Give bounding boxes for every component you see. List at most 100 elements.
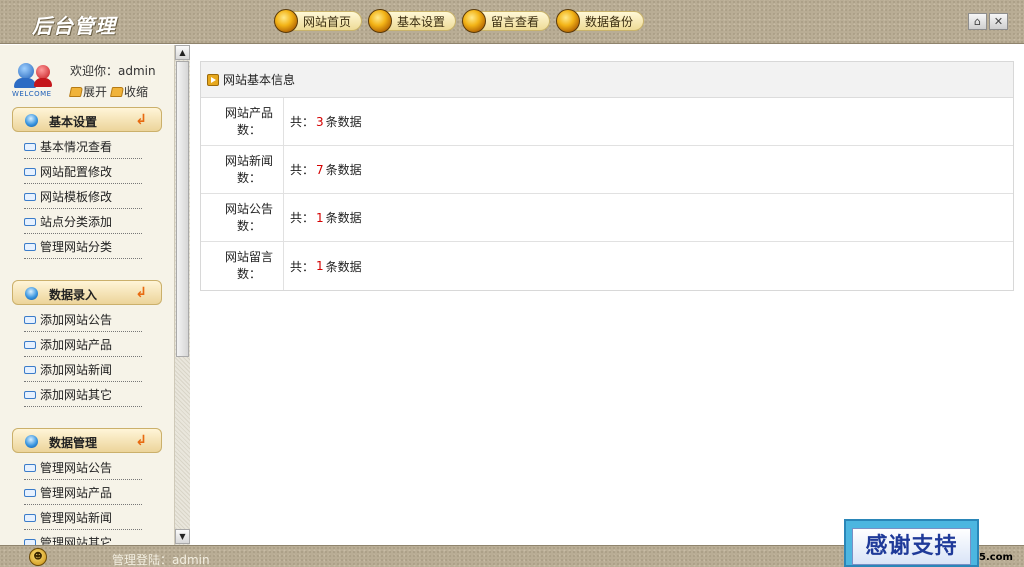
menu-item-label: 基本情况查看 — [40, 139, 113, 154]
menu-item-label: 管理网站产品 — [40, 485, 113, 500]
row-label: 网站产品数： — [224, 105, 273, 137]
scroll-down-icon[interactable]: ▼ — [175, 529, 190, 544]
user-icon: ☻ — [29, 548, 47, 566]
row-suffix: 条数据 — [325, 259, 362, 274]
menu-item-label: 添加网站其它 — [40, 387, 113, 402]
link-icon — [24, 316, 36, 324]
row-prefix: 共： — [290, 115, 315, 129]
link-icon — [24, 391, 36, 399]
menu-item[interactable]: 网站配置修改 — [24, 159, 142, 184]
footer-tag: 5.com — [979, 552, 1013, 563]
row-suffix: 条数据 — [325, 163, 362, 177]
menu-basic: 基本情况查看 网站配置修改 网站模板修改 站点分类添加 管理网站分类 — [24, 134, 142, 259]
section-header-data-management[interactable]: 数据管理 ↲ — [12, 428, 162, 453]
thanks-badge[interactable]: 感谢支持 — [844, 519, 979, 567]
link-icon — [24, 514, 36, 522]
collapse-label: 收缩 — [124, 85, 149, 99]
section-header-basic[interactable]: 基本设置 ↲ — [12, 107, 162, 132]
panel-header: 网站基本信息 — [201, 62, 1013, 98]
menu-item[interactable]: 添加网站其它 — [24, 382, 142, 407]
row-count: 1 — [316, 210, 324, 225]
section-title: 数据管理 — [49, 436, 98, 450]
link-icon — [24, 218, 36, 226]
menu-item[interactable]: 管理网站产品 — [24, 480, 142, 505]
bullet-icon — [25, 114, 38, 127]
menu-item[interactable]: 管理网站公告 — [24, 455, 142, 480]
link-icon — [24, 366, 36, 374]
scroll-thumb[interactable] — [176, 61, 189, 357]
menu-item[interactable]: 基本情况查看 — [24, 134, 142, 159]
link-icon — [24, 168, 36, 176]
menu-item[interactable]: 添加网站新闻 — [24, 357, 142, 382]
play-icon — [207, 73, 219, 86]
menu-item[interactable]: 站点分类添加 — [24, 209, 142, 234]
row-label: 网站留言数： — [224, 250, 273, 281]
welcome-badge-text: WELCOME — [12, 90, 52, 98]
menu-item-label: 网站配置修改 — [40, 164, 113, 179]
row-count: 1 — [316, 259, 324, 273]
arrow-icon: ↲ — [135, 285, 147, 301]
nav-ball-icon — [274, 8, 298, 33]
expand-label: 展开 — [83, 85, 108, 99]
main-content: 网站基本信息 网站产品数： 共： 3 条数据 网站新闻数： 共： 7 条数据 网站公告数… — [190, 45, 1024, 545]
home-icon[interactable]: ⌂ — [968, 13, 987, 30]
arrow-icon: ↲ — [135, 112, 147, 128]
scroll-up-icon[interactable]: ▲ — [175, 45, 190, 60]
link-icon — [24, 341, 36, 349]
nav-ball-icon — [556, 8, 581, 33]
menu-item[interactable]: 管理网站分类 — [24, 234, 142, 259]
menu-item-label: 站点分类添加 — [40, 214, 113, 229]
table-row: 网站公告数： 共： 1 条数据 — [201, 194, 1013, 242]
nav-home[interactable]: 网站首页 — [274, 8, 363, 33]
menu-item-label: 添加网站公告 — [40, 312, 113, 327]
panel-title: 网站基本信息 — [223, 73, 296, 87]
sidebar: WELCOME 欢迎你：admin 展开 收缩 基本设置 ↲ 基本情况查看 网站… — [0, 45, 174, 545]
close-icon[interactable]: ✕ — [989, 13, 1008, 30]
top-bar: 后台管理 网站首页 基本设置 留言查看 数据备份 ⌂ ✕ — [0, 0, 1024, 44]
menu-item-label: 添加网站新闻 — [40, 362, 113, 377]
menu-item[interactable]: 添加网站公告 — [24, 307, 142, 332]
row-count: 7 — [316, 162, 324, 177]
login-status: 管理登陆：admin — [112, 553, 210, 567]
thanks-badge-text: 感谢支持 — [852, 528, 971, 565]
row-label: 网站新闻数： — [224, 153, 273, 185]
row-prefix: 共： — [290, 211, 315, 225]
expand-button[interactable]: 展开 — [68, 83, 108, 100]
nav-basic-settings[interactable]: 基本设置 — [368, 8, 457, 33]
link-icon — [24, 143, 36, 151]
site-info-panel: 网站基本信息 网站产品数： 共： 3 条数据 网站新闻数： 共： 7 条数据 网站公告数… — [200, 61, 1014, 291]
bullet-icon — [25, 287, 38, 300]
section-title: 基本设置 — [49, 115, 98, 129]
app-logo: 后台管理 — [32, 14, 116, 38]
menu-item-label: 网站模板修改 — [40, 189, 113, 204]
link-icon — [24, 464, 36, 472]
menu-item-label: 管理网站其它 — [40, 535, 113, 546]
top-nav: 网站首页 基本设置 留言查看 数据备份 — [274, 8, 645, 33]
arrow-icon: ↲ — [135, 433, 147, 449]
menu-data-management: 管理网站公告 管理网站产品 管理网站新闻 管理网站其它 — [24, 455, 142, 545]
window-buttons: ⌂ ✕ — [968, 13, 1008, 30]
greeting: 欢迎你：admin — [70, 64, 156, 78]
link-icon — [24, 489, 36, 497]
menu-item-label: 管理网站分类 — [40, 239, 113, 254]
nav-ball-icon — [462, 8, 487, 33]
bullet-icon — [25, 435, 38, 448]
sidebar-scrollbar[interactable]: ▲ ▼ — [174, 45, 190, 545]
welcome-icon: WELCOME — [12, 63, 56, 101]
row-label: 网站公告数： — [224, 201, 273, 233]
menu-item[interactable]: 管理网站新闻 — [24, 505, 142, 530]
section-header-data-entry[interactable]: 数据录入 ↲ — [12, 280, 162, 305]
collapse-button[interactable]: 收缩 — [109, 83, 149, 100]
menu-item[interactable]: 添加网站产品 — [24, 332, 142, 357]
nav-messages[interactable]: 留言查看 — [462, 8, 551, 33]
menu-item-label: 管理网站新闻 — [40, 510, 113, 525]
nav-ball-icon — [368, 8, 393, 33]
row-prefix: 共： — [290, 259, 315, 274]
folder-icon — [68, 86, 84, 97]
menu-item-label: 管理网站公告 — [40, 460, 113, 475]
table-row: 网站留言数： 共： 1 条数据 — [201, 242, 1013, 290]
menu-item[interactable]: 管理网站其它 — [24, 530, 142, 545]
nav-backup[interactable]: 数据备份 — [556, 8, 645, 33]
table-row: 网站产品数： 共： 3 条数据 — [201, 98, 1013, 146]
menu-item[interactable]: 网站模板修改 — [24, 184, 142, 209]
